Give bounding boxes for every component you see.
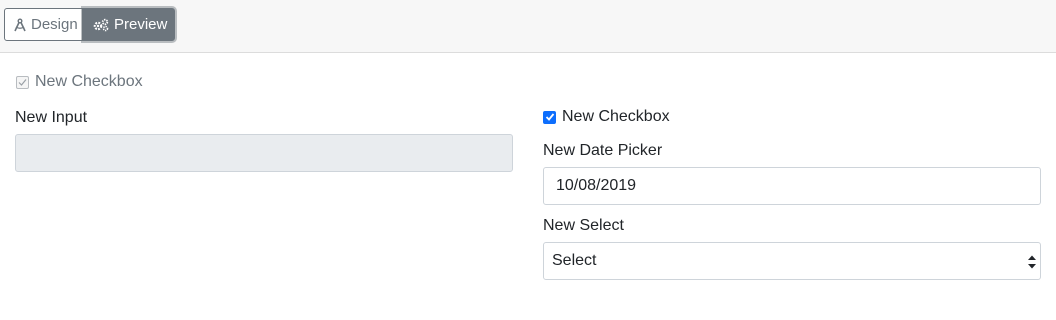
design-button-label: Design [31,16,78,33]
new-input-label: New Input [15,109,88,126]
preview-button[interactable]: Preview [83,8,175,41]
select-value: Select [552,252,597,269]
date-picker-field[interactable]: 10/08/2019 [543,167,1041,205]
select-arrows-icon [1027,254,1037,275]
mode-toggle-group: Design Preview [4,8,175,41]
top-checkbox-row: New Checkbox [16,73,143,91]
compass-drafting-icon [13,18,27,32]
date-picker-value: 10/08/2019 [556,177,637,194]
preview-button-label: Preview [114,16,168,33]
new-input-field[interactable] [15,134,513,172]
right-checkbox-label: New Checkbox [562,108,670,125]
top-checkbox-label: New Checkbox [35,73,143,90]
design-button[interactable]: Design [4,8,83,41]
cogs-icon [92,18,110,32]
toolbar: Design Preview [0,0,1056,53]
right-checkbox[interactable] [543,110,556,124]
date-picker-label: New Date Picker [543,142,663,159]
top-checkbox[interactable] [16,75,29,89]
right-checkbox-row: New Checkbox [543,108,670,126]
select-field[interactable]: Select [543,242,1041,280]
select-label: New Select [543,217,624,234]
